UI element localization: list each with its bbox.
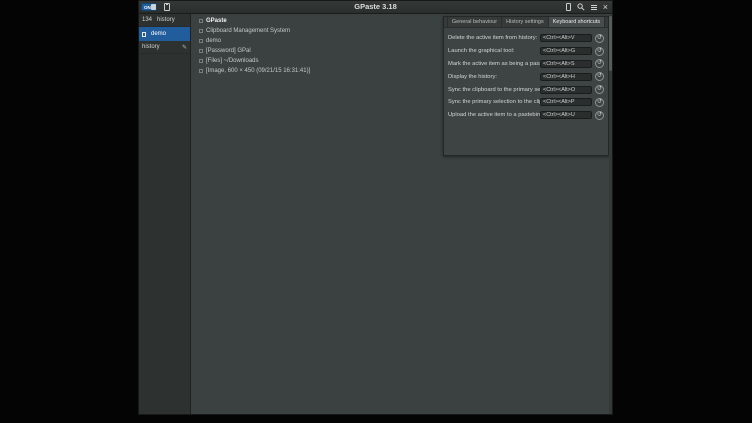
reset-shortcut-button[interactable]: ↺ (595, 59, 604, 68)
tab-general-behaviour[interactable]: General behaviour (447, 17, 502, 27)
edit-icon[interactable]: ✎ (182, 44, 187, 51)
upload-icon[interactable] (566, 3, 571, 11)
tracking-switch-label: ON (144, 4, 151, 11)
item-icon (199, 29, 203, 33)
settings-panel: General behaviour History settings Keybo… (443, 16, 609, 156)
shortcut-label: Sync the primary selection to the clipbo… (448, 99, 540, 105)
reset-shortcut-button[interactable]: ↺ (595, 85, 604, 94)
scrollbar[interactable] (609, 14, 612, 414)
headerbar: ON GPaste 3.18 × (139, 1, 612, 14)
tab-keyboard-shortcuts[interactable]: Keyboard shortcuts (549, 17, 605, 27)
reset-shortcut-button[interactable]: ↺ (595, 111, 604, 120)
item-label: [Files] ~/Downloads (206, 58, 259, 64)
history-item-count: 134 (142, 17, 152, 23)
shortcut-label: Mark the active item as being a password… (448, 61, 540, 67)
item-icon (199, 69, 203, 73)
reset-shortcut-button[interactable]: ↺ (595, 72, 604, 81)
item-label: Clipboard Management System (206, 28, 290, 34)
history-sidebar: 134 history demo history ✎ (139, 14, 191, 414)
shortcut-label: Display the history: (448, 74, 540, 80)
tab-history-settings[interactable]: History settings (502, 17, 549, 27)
shortcut-row: Mark the active item as being a password… (448, 58, 604, 71)
item-label: [Image, 600 × 450 (09/21/15 16:31:41)] (206, 68, 310, 74)
window-title: GPaste 3.18 (139, 1, 612, 13)
item-icon (199, 49, 203, 53)
sidebar-item-demo[interactable]: demo (139, 27, 190, 41)
history-name: demo (151, 31, 166, 37)
shortcut-row: Sync the primary selection to the clipbo… (448, 96, 604, 109)
shortcut-input[interactable] (540, 98, 592, 106)
history-name: history (142, 44, 160, 50)
shortcut-label: Upload the active item to a pastebin ser… (448, 112, 540, 118)
clipboard-list-area: GPaste Clipboard Management System demo … (191, 14, 612, 414)
history-icon (142, 32, 146, 37)
tracking-switch[interactable]: ON (141, 3, 157, 11)
scrollbar-thumb[interactable] (609, 16, 612, 71)
switch-knob (151, 4, 156, 10)
gpaste-window: ON GPaste 3.18 × 134 history demo (138, 0, 613, 415)
shortcut-input[interactable] (540, 111, 592, 119)
sidebar-item-history[interactable]: 134 history (139, 14, 190, 27)
shortcut-input[interactable] (540, 34, 592, 42)
item-icon (199, 39, 203, 43)
shortcut-input[interactable] (540, 73, 592, 81)
shortcut-label: Launch the graphical tool: (448, 48, 540, 54)
item-icon (199, 19, 203, 23)
settings-tabs: General behaviour History settings Keybo… (444, 17, 608, 28)
shortcut-row: Delete the active item from history: ↺ (448, 32, 604, 45)
search-icon[interactable] (577, 3, 585, 11)
reset-shortcut-button[interactable]: ↺ (595, 34, 604, 43)
shortcut-input[interactable] (540, 86, 592, 94)
close-icon[interactable]: × (603, 3, 608, 12)
shortcut-row: Upload the active item to a pastebin ser… (448, 109, 604, 122)
item-label: demo (206, 38, 221, 44)
shortcut-row: Launch the graphical tool: ↺ (448, 45, 604, 58)
shortcut-row: Display the history: ↺ (448, 70, 604, 83)
shortcut-row: Sync the clipboard to the primary select… (448, 83, 604, 96)
shortcut-input[interactable] (540, 47, 592, 55)
sidebar-history-switcher[interactable]: history ✎ (139, 41, 190, 54)
menu-icon[interactable] (591, 5, 597, 10)
item-label: [Password] GPal (206, 48, 251, 54)
history-name: history (157, 17, 175, 23)
item-label: GPaste (206, 18, 227, 24)
shortcut-label: Sync the clipboard to the primary select… (448, 87, 540, 93)
shortcut-rows: Delete the active item from history: ↺ L… (444, 28, 608, 122)
shortcut-input[interactable] (540, 60, 592, 68)
item-icon (199, 59, 203, 63)
reset-shortcut-button[interactable]: ↺ (595, 98, 604, 107)
shortcut-label: Delete the active item from history: (448, 35, 540, 41)
clipboard-icon[interactable] (164, 3, 170, 11)
reset-shortcut-button[interactable]: ↺ (595, 47, 604, 56)
